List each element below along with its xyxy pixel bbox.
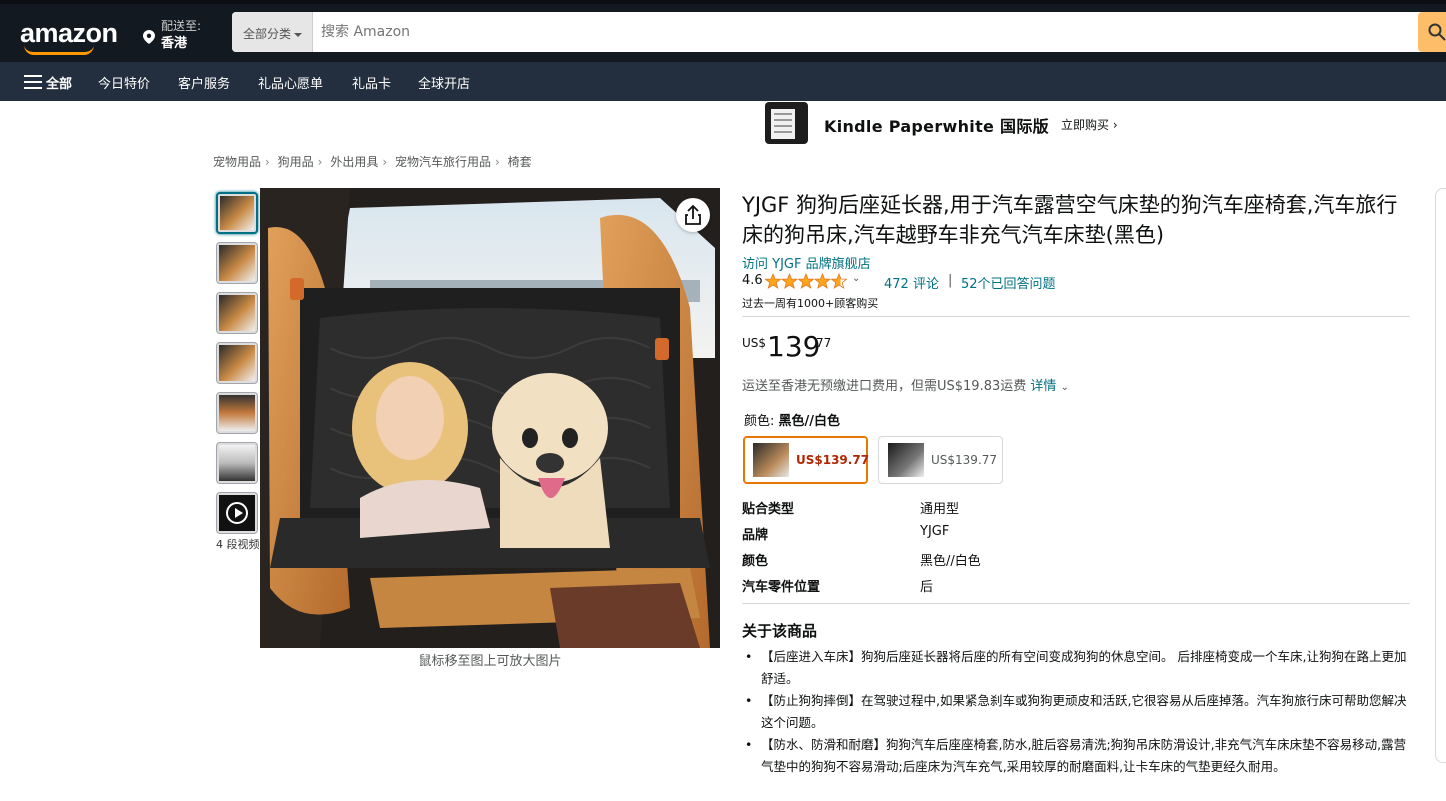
reviews-link[interactable]: 472 评论 [884,273,939,292]
nav-registry[interactable]: 礼品心愿单 [258,73,323,92]
price-whole: 139 [767,330,821,363]
star-icon [813,273,832,289]
breadcrumb-item[interactable]: 宠物用品 [213,155,261,169]
image-thumbnail[interactable] [216,442,258,484]
color-label: 颜色: 黑色//白色 [744,410,840,429]
variant-swatch-selected[interactable]: US$139.77 [743,436,870,484]
feature-bullet: 【后座进入车床】狗狗后座延长器将后座的所有空间变成狗狗的休息空间。 后排座椅变成… [745,646,1410,689]
star-icon [830,273,848,289]
product-title: YJGF 狗狗后座延长器,用于汽车露营空气床垫的狗汽车座椅套,汽车旅行床的狗吊床… [742,193,1398,247]
bought-count: 过去一周有1000+顾客购买 [742,297,879,310]
about-title: 关于该商品 [742,622,818,640]
image-thumbnail[interactable] [216,392,258,434]
play-icon [226,502,248,524]
search-bar: 全部分类 [232,12,1446,52]
video-count: 4 段视频 [216,538,260,551]
variant-price: US$139.77 [931,453,998,467]
rating-number: 4.6 [742,273,763,288]
breadcrumb: 宠物用品 › 狗用品 › 外出用具 › 宠物汽车旅行用品 › 椅套 [213,155,532,169]
amazon-logo-smile [24,45,94,55]
search-input[interactable] [313,12,1418,52]
spec-value: YJGF [920,524,950,539]
image-thumbnail[interactable] [216,292,258,334]
divider [742,316,1410,317]
variant-image [753,443,789,477]
caret-down-icon [294,32,303,37]
image-thumbnail[interactable] [216,192,258,234]
search-category-label: 全部分类 [243,27,292,41]
shipping-text: 运送至香港无预缴进口费用，但需US$19.83运费 [742,379,1027,394]
star-icon [765,273,782,289]
image-thumbnail[interactable] [216,342,258,384]
spec-value: 黑色//白色 [920,554,981,569]
nav-sell[interactable]: 全球开店 [418,73,470,92]
location-pin-icon [143,30,155,44]
nav-todays-deals[interactable]: 今日特价 [98,73,150,92]
buy-box-edge [1435,188,1446,763]
breadcrumb-item[interactable]: 宠物汽车旅行用品 [395,155,491,169]
breadcrumb-item[interactable]: 椅套 [508,155,532,169]
star-rating-icon[interactable] [765,273,849,289]
star-icon [780,273,799,289]
image-thumbnail[interactable] [216,242,258,284]
zoom-hint: 鼠标移至图上可放大图片 [418,654,562,669]
spec-key: 汽车零件位置 [742,580,821,595]
kindle-buy-now-link[interactable]: 立即购买 › [1061,116,1118,133]
search-icon [1428,23,1446,41]
feature-bullets: 【后座进入车床】狗狗后座延长器将后座的所有空间变成狗狗的休息空间。 后排座椅变成… [745,646,1410,778]
shipping-details-link[interactable]: 详情 [1030,379,1056,394]
shipping-info: 运送至香港无预缴进口费用，但需US$19.83运费 详情 ⌄ [742,375,1069,394]
rating-row: 4.6 ⌄ 472 评论 | 52个已回答问题 [742,273,1056,292]
chevron-down-icon[interactable]: ⌄ [852,273,860,284]
feature-bullet: 【防水、防滑和耐磨】狗狗汽车后座座椅套,防水,脏后容易清洗;狗狗吊床防滑设计,非… [745,734,1410,777]
deliver-location: 香港 [161,36,188,51]
color-label-text: 颜色: [744,414,779,429]
top-header: amazon 配送至: 香港 全部分类 [0,0,1446,62]
color-value: 黑色//白色 [778,414,841,429]
spec-key: 品牌 [742,528,769,543]
separator: | [948,273,953,288]
video-thumbnail[interactable] [216,492,258,534]
kindle-cta-label: 立即购买 [1061,118,1110,132]
price-fraction: 77 [816,336,832,350]
breadcrumb-item[interactable]: 外出用具 [330,155,378,169]
spec-key: 贴合类型 [742,502,795,517]
spec-key: 颜色 [742,554,769,569]
kindle-banner-title[interactable]: Kindle Paperwhite 国际版 [824,113,1049,137]
star-icon [797,273,815,289]
chevron-down-icon[interactable]: ⌄ [1061,382,1069,393]
feature-bullet: 【防止狗狗摔倒】在驾驶过程中,如果紧急刹车或狗狗更顽皮和活跃,它很容易从后座掉落… [745,690,1410,733]
breadcrumb-item[interactable]: 狗用品 [278,155,314,169]
answered-questions-link[interactable]: 52个已回答问题 [961,273,1056,292]
brand-store-link[interactable]: 访问 YJGF 品牌旗舰店 [742,253,871,272]
nav-gift-cards[interactable]: 礼品卡 [352,73,391,92]
nav-bar: 全部 今日特价 客户服务 礼品心愿单 礼品卡 全球开店 [0,62,1446,101]
nav-all[interactable]: 全部 [46,73,72,92]
kindle-device-image[interactable] [765,102,808,144]
product-photo [260,188,720,648]
variant-price: US$139.77 [796,453,870,467]
search-button[interactable] [1418,12,1446,52]
nav-customer-service[interactable]: 客户服务 [178,73,230,92]
main-product-image[interactable] [260,188,720,648]
spec-value: 通用型 [920,502,960,517]
spec-value: 后 [920,580,934,595]
share-icon [685,204,701,225]
search-category-select[interactable]: 全部分类 [232,12,313,52]
share-button[interactable] [676,198,710,232]
hamburger-menu-icon[interactable] [24,75,42,89]
price-currency: US$ [742,336,767,350]
variant-image [888,443,924,477]
variant-swatch[interactable]: US$139.77 [878,436,1003,484]
divider [742,603,1410,604]
